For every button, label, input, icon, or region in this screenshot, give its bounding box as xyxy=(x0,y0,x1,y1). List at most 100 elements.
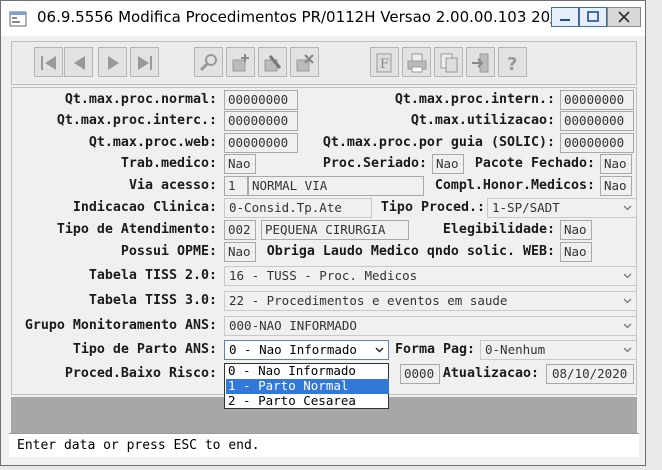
pacote-fechado-field[interactable]: Nao xyxy=(600,154,632,174)
proc-seriado-label: Proc.Seriado: xyxy=(322,156,427,171)
tipo-parto-dropdown-list: 0 - Nao Informado 1 - Parto Normal 2 - P… xyxy=(224,363,389,409)
print-button[interactable] xyxy=(402,47,431,77)
print-icon xyxy=(407,53,427,73)
delete-icon xyxy=(296,54,314,72)
compl-honor-label: Compl.Honor.Medicos: xyxy=(434,178,595,193)
filter-icon: F xyxy=(376,53,392,73)
qt-max-proc-intern-field[interactable]: 00000000 xyxy=(560,90,634,110)
indicacao-clinica-value: 0-Consid.Tp.Ate xyxy=(229,200,342,215)
dropdown-option[interactable]: 0 - Nao Informado xyxy=(226,364,389,379)
qt-max-proc-guia-field[interactable]: 00000000 xyxy=(560,133,634,153)
code-field[interactable]: 0000 xyxy=(400,364,440,384)
dropdown-option[interactable]: 2 - Parto Cesarea xyxy=(226,394,389,409)
tabela-tiss3-select[interactable]: 22 - Procedimentos e eventos em saude xyxy=(224,291,637,311)
tabela-tiss2-label: Tabela TISS 2.0: xyxy=(88,268,217,283)
obriga-laudo-field[interactable]: Nao xyxy=(560,242,592,262)
atualizacao-field: 08/10/2020 xyxy=(546,364,634,384)
copy-icon xyxy=(440,53,458,73)
possui-opme-label: Possui OPME: xyxy=(120,244,217,259)
search-button[interactable] xyxy=(194,47,223,77)
trab-medico-label: Trab.medico: xyxy=(120,156,217,171)
help-icon: ? xyxy=(507,54,517,74)
tipo-parto-select[interactable]: 0 - Nao Informado xyxy=(224,340,389,360)
procedure-edit-window: 06.9.5556 Modifica Procedimentos PR/0112… xyxy=(0,0,646,466)
copy-button[interactable] xyxy=(434,47,463,77)
qt-max-proc-normal-field[interactable]: 00000000 xyxy=(224,90,298,110)
search-icon xyxy=(199,54,217,72)
via-acesso-desc-field: NORMAL VIA xyxy=(248,176,424,196)
previous-icon xyxy=(74,56,85,70)
obriga-laudo-label: Obriga Laudo Medico qndo solic. WEB: xyxy=(266,244,555,259)
chevron-down-icon xyxy=(623,273,632,279)
edit-button[interactable] xyxy=(258,47,287,77)
dropdown-option-highlighted[interactable]: 1 - Parto Normal xyxy=(226,379,389,394)
tipo-parto-label: Tipo de Parto ANS: xyxy=(72,342,217,357)
title-bar: 06.9.5556 Modifica Procedimentos PR/0112… xyxy=(1,1,645,36)
chevron-down-icon xyxy=(623,347,632,353)
filter-button[interactable]: F xyxy=(370,47,399,77)
help-button[interactable]: ? xyxy=(498,47,527,77)
last-record-button[interactable] xyxy=(130,47,159,77)
maximize-button[interactable] xyxy=(579,7,607,27)
elegibilidade-label: Elegibilidade: xyxy=(442,222,555,237)
toolbar: F ? xyxy=(11,41,637,85)
via-acesso-label: Via acesso: xyxy=(128,178,217,193)
trab-medico-field[interactable]: Nao xyxy=(224,154,256,174)
qt-max-proc-interc-field[interactable]: 00000000 xyxy=(224,111,298,131)
chevron-down-icon xyxy=(623,205,632,211)
minimize-button[interactable] xyxy=(551,7,579,27)
chevron-down-icon xyxy=(375,347,384,353)
compl-honor-field[interactable]: Nao xyxy=(600,176,632,196)
chevron-down-icon xyxy=(623,323,632,329)
add-icon xyxy=(232,54,249,72)
grupo-monit-select[interactable]: 000-NAO INFORMADO xyxy=(224,316,637,336)
indicacao-clinica-select[interactable]: 0-Consid.Tp.Ate xyxy=(224,198,372,218)
qt-max-proc-intern-label: Qt.max.proc.intern.: xyxy=(394,92,555,107)
forma-pag-label: Forma Pag: xyxy=(394,342,475,357)
tabela-tiss2-select[interactable]: 16 - TUSS - Proc. Medicos xyxy=(224,266,637,286)
pacote-fechado-label: Pacote Fechado: xyxy=(474,156,595,171)
exit-button[interactable] xyxy=(466,47,495,77)
last-icon xyxy=(138,56,152,70)
app-icon xyxy=(9,10,27,28)
qt-max-utilizacao-field[interactable]: 00000000 xyxy=(560,111,634,131)
first-icon xyxy=(41,56,56,70)
tipo-proced-label: Tipo Proced.: xyxy=(380,200,485,215)
add-button[interactable] xyxy=(226,47,255,77)
qt-max-proc-web-field[interactable]: 00000000 xyxy=(224,133,298,153)
tipo-parto-value: 0 - Nao Informado xyxy=(229,342,357,357)
proced-baixo-risco-label: Proced.Baixo Risco: xyxy=(64,366,217,381)
qt-max-proc-guia-label: Qt.max.proc.por guia (SOLIC): xyxy=(322,135,555,150)
qt-max-proc-normal-label: Qt.max.proc.normal: xyxy=(64,92,217,107)
close-icon xyxy=(618,11,630,23)
possui-opme-field[interactable]: Nao xyxy=(224,242,256,262)
forma-pag-value: 0-Nenhum xyxy=(485,342,546,357)
previous-record-button[interactable] xyxy=(64,47,93,77)
grupo-monit-value: 000-NAO INFORMADO xyxy=(229,318,357,333)
via-acesso-code-field[interactable]: 1 xyxy=(224,176,248,196)
first-record-button[interactable] xyxy=(34,47,63,77)
elegibilidade-field[interactable]: Nao xyxy=(560,220,592,240)
qt-max-utilizacao-label: Qt.max.utilizacao: xyxy=(410,113,555,128)
tabela-tiss3-value: 22 - Procedimentos e eventos em saude xyxy=(229,293,508,308)
qt-max-proc-interc-label: Qt.max.proc.interc.: xyxy=(56,113,217,128)
atualizacao-label: Atualizacao: xyxy=(442,366,539,381)
tipo-atendimento-label: Tipo de Atendimento: xyxy=(56,222,217,237)
proc-seriado-field[interactable]: Nao xyxy=(432,154,464,174)
chevron-down-icon xyxy=(623,298,632,304)
forma-pag-select[interactable]: 0-Nenhum xyxy=(480,340,637,360)
edit-icon xyxy=(264,55,282,72)
tipo-proced-select[interactable]: 1-SP/SADT xyxy=(487,198,637,218)
svg-text:F: F xyxy=(380,57,389,72)
tipo-atendimento-code-field[interactable]: 002 xyxy=(224,220,256,240)
window-title: 06.9.5556 Modifica Procedimentos PR/0112… xyxy=(37,8,624,26)
grupo-monit-label: Grupo Monitoramento ANS: xyxy=(24,318,217,333)
tipo-proced-value: 1-SP/SADT xyxy=(492,200,560,215)
status-bar: Enter data or press ESC to end. xyxy=(9,433,639,457)
svg-text:?: ? xyxy=(507,54,517,74)
close-button[interactable] xyxy=(607,7,641,27)
delete-button[interactable] xyxy=(290,47,319,77)
indicacao-clinica-label: Indicacao Clinica: xyxy=(72,200,217,215)
next-record-button[interactable] xyxy=(98,47,127,77)
tipo-atendimento-desc-field: PEQUENA CIRURGIA xyxy=(261,220,409,240)
